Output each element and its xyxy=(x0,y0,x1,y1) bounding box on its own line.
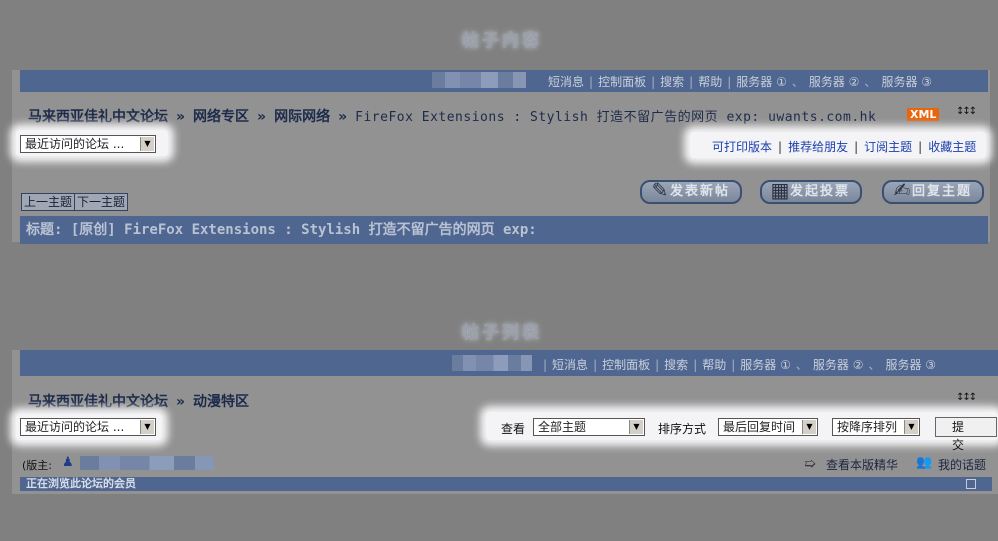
nav-messages[interactable]: 短消息 xyxy=(548,75,584,89)
avatar xyxy=(432,72,526,88)
new-poll-button[interactable]: ▦ 发起投票 xyxy=(760,178,862,204)
breadcrumb-internet[interactable]: 网际网络 xyxy=(274,109,330,125)
moderator-label: (版主: xyxy=(22,459,52,472)
breadcrumb-network[interactable]: 网络专区 xyxy=(193,109,249,125)
recent-forums-select-2[interactable]: 最近访问的论坛 ... ▼ xyxy=(20,418,156,436)
nav-server-3-2[interactable]: 服务器 ③ xyxy=(885,358,936,372)
subscribe-link[interactable]: 订阅主题 xyxy=(864,140,912,154)
thread-subject: 标题: [原创] FireFox Extensions : Stylish 打造… xyxy=(20,216,988,244)
moderator-names[interactable] xyxy=(80,456,214,470)
favorite-link[interactable]: 收藏主题 xyxy=(928,140,976,154)
reply-button[interactable]: ✍ 回复主题 xyxy=(882,178,984,204)
breadcrumb-anime: 动漫特区 xyxy=(193,394,250,410)
nav-control-panel[interactable]: 控制面板 xyxy=(598,75,646,89)
new-post-button[interactable]: ✎ 发表新帖 xyxy=(640,178,742,204)
expand-icon[interactable]: ↕↕↕ xyxy=(956,106,977,117)
my-topics-link[interactable]: 我的话题 xyxy=(938,456,986,473)
chevron-down-icon: ▼ xyxy=(140,420,154,434)
users-icon: 👥 xyxy=(916,455,933,470)
submit-button[interactable]: 提 交 xyxy=(935,417,997,452)
thread-links: 可打印版本 | 推荐给朋友 | 订阅主题 | 收藏主题 xyxy=(712,140,977,154)
nav-server-1[interactable]: 服务器 ① xyxy=(736,75,787,89)
arrow-right-icon: ➯ xyxy=(804,456,816,472)
digest-link[interactable]: 查看本版精华 xyxy=(826,456,898,473)
recent-forums-select[interactable]: 最近访问的论坛 ... ▼ xyxy=(20,135,156,153)
expand-icon-2[interactable]: ↕↕↕ xyxy=(956,392,977,403)
breadcrumb-home-2[interactable]: 马来西亚佳礼中文论坛 xyxy=(28,394,168,410)
section1-title: 帖子内容 xyxy=(462,31,542,51)
avatar-2 xyxy=(452,355,532,371)
pencil-icon: ✎ xyxy=(651,178,671,202)
breadcrumb-2: 马来西亚佳礼中文论坛» 动漫特区 xyxy=(28,394,250,410)
view-label: 查看 xyxy=(501,422,526,436)
breadcrumb: 马来西亚佳礼中文论坛» 网络专区» 网际网络» FireFox Extensions … xyxy=(28,109,877,125)
ballot-icon: ▦ xyxy=(770,178,792,202)
recommend-link[interactable]: 推荐给朋友 xyxy=(788,140,848,154)
next-thread-button[interactable]: 下一主题 xyxy=(74,193,129,211)
nav-server-2-2[interactable]: 服务器 ② xyxy=(813,358,864,372)
nav-server-3[interactable]: 服务器 ③ xyxy=(881,75,932,89)
breadcrumb-thread: FireFox Extensions : Stylish 打造不留广告的网页 e… xyxy=(355,110,877,125)
chevron-down-icon: ▼ xyxy=(629,420,643,434)
order-select[interactable]: 按降序排列 ▼ xyxy=(832,418,920,436)
section2-title: 帖子列表 xyxy=(462,323,542,343)
prev-thread-button[interactable]: 上一主题 xyxy=(21,193,76,211)
printable-version-link[interactable]: 可打印版本 xyxy=(712,140,772,154)
top-nav-links: 短消息 | 控制面板 | 搜索 | 帮助 | 服务器 ①、服务器 ②、服务器 ③ xyxy=(548,75,933,89)
sort-select[interactable]: 最后回复时间 ▼ xyxy=(718,418,818,436)
breadcrumb-home[interactable]: 马来西亚佳礼中文论坛 xyxy=(28,109,168,125)
chevron-down-icon: ▼ xyxy=(140,137,154,151)
nav-messages-2[interactable]: 短消息 xyxy=(552,358,588,372)
browsing-members-bar: 正在浏览此论坛的会员 xyxy=(20,477,992,491)
reply-pen-icon: ✍ xyxy=(893,178,913,202)
chevron-down-icon: ▼ xyxy=(802,420,816,434)
view-select[interactable]: 全部主题 ▼ xyxy=(533,418,645,436)
nav-server-2[interactable]: 服务器 ② xyxy=(809,75,860,89)
nav-search[interactable]: 搜索 xyxy=(660,75,684,89)
nav-help-2[interactable]: 帮助 xyxy=(702,358,726,372)
nav-help[interactable]: 帮助 xyxy=(698,75,722,89)
person-icon: ♟ xyxy=(62,455,74,470)
collapse-icon[interactable] xyxy=(966,479,976,489)
nav-server-1-2[interactable]: 服务器 ① xyxy=(740,358,791,372)
nav-search-2[interactable]: 搜索 xyxy=(664,358,688,372)
sort-label: 排序方式 xyxy=(658,422,707,436)
nav-control-panel-2[interactable]: 控制面板 xyxy=(602,358,650,372)
chevron-down-icon: ▼ xyxy=(904,420,918,434)
top-nav-links-2: | 短消息 | 控制面板 | 搜索 | 帮助 | 服务器 ①、服务器 ②、服务器 ③ xyxy=(543,358,937,372)
xml-feed-badge[interactable]: XML xyxy=(907,108,940,121)
